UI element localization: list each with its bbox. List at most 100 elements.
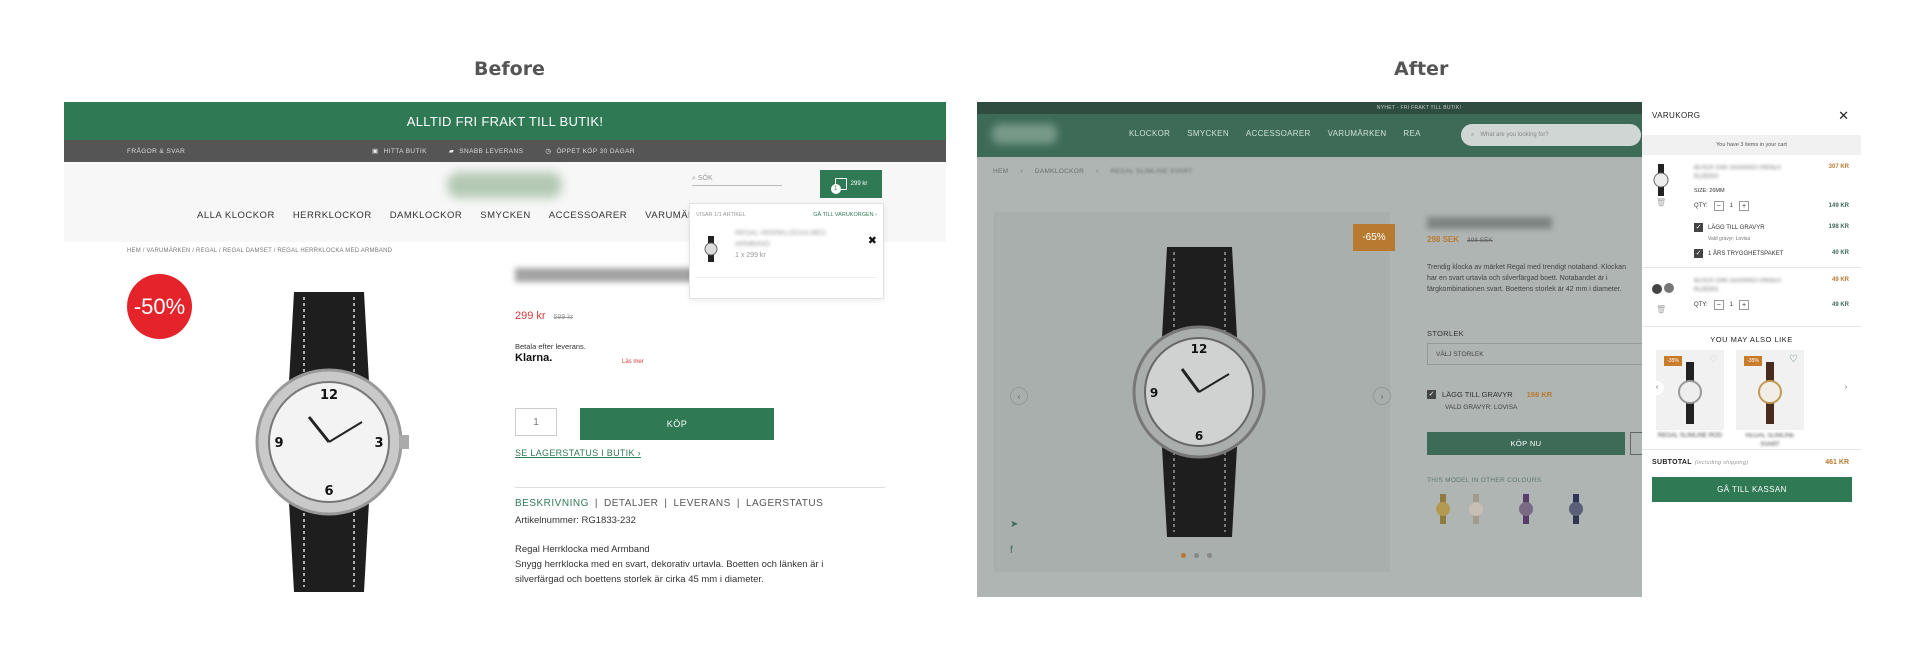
subtotal-label: SUBTOTAL (including shipping) <box>1652 459 1748 466</box>
heart-icon[interactable]: ♡ <box>1709 354 1718 365</box>
buy-now-button[interactable]: KÖP NU <box>1427 432 1625 455</box>
breadcrumb-item: REGAL SLIMLINE SVART <box>1110 168 1193 175</box>
search-input[interactable]: ⌕ What are you looking for? <box>1461 124 1641 146</box>
main-nav: ALLA KLOCKOR HERRKLOCKOR DAMKLOCKOR SMYC… <box>197 210 716 221</box>
description: Regal Herrklocka med Armband Snygg herrk… <box>515 542 875 587</box>
svg-text:9: 9 <box>274 436 283 451</box>
returns-link[interactable]: ◷ ÖPPET KÖP 30 DAGAR <box>545 147 635 155</box>
stock-status-link[interactable]: SE LAGERSTATUS I BUTIK › <box>515 448 641 458</box>
colour-swatch[interactable] <box>1517 494 1535 524</box>
addon-price: 40 KR <box>1831 250 1849 256</box>
store-label: HITTA BUTIK <box>383 148 427 155</box>
breadcrumb-item[interactable]: HEM <box>993 168 1008 175</box>
cart-count: 1 <box>830 184 841 194</box>
recommendation-card[interactable]: -35% ♡ <box>1736 350 1804 430</box>
tab-divider: | <box>736 498 740 509</box>
sale-badge: -50% <box>127 274 192 339</box>
gallery-dots <box>1181 553 1212 558</box>
nav-item[interactable]: ALLA KLOCKOR <box>197 210 275 221</box>
quantity-input[interactable]: 1 <box>515 408 557 436</box>
svg-text:3: 3 <box>374 436 383 451</box>
divider <box>1642 449 1861 450</box>
checkout-button[interactable]: GÅ TILL KASSAN <box>1652 477 1852 502</box>
cart-item-name: BLACK OAK GERARDI UNISEX KLOCKA <box>1694 165 1782 180</box>
nav-item[interactable]: HERRKLOCKOR <box>293 210 372 221</box>
bag-icon: 1 <box>830 178 847 194</box>
recommendation-name: REGAL SLIMLINE RÖD <box>1657 433 1723 439</box>
addon-insurance[interactable]: ✓ 1 ÅRS TRYGGHETSPAKET <box>1694 249 1783 258</box>
breadcrumb-sep: › <box>1096 168 1099 175</box>
current-price: 299 kr <box>515 310 546 322</box>
engrave-checkbox[interactable]: ✓ LÄGG TILL GRAVYR 198 KR <box>1427 390 1552 399</box>
prev-image-button[interactable]: ‹ <box>1010 387 1028 405</box>
recommendation-card[interactable]: -35% ♡ <box>1656 350 1724 430</box>
minus-button[interactable]: − <box>1713 201 1724 211</box>
before-screenshot: ALLTID FRI FRAKT TILL BUTIK! FRÅGOR & SV… <box>64 102 946 597</box>
size-select[interactable]: VÄLJ STORLEK <box>1427 343 1647 365</box>
breadcrumb[interactable]: HEM / VARUMÄRKEN / REGAL / REGAL DAMSET … <box>127 248 392 254</box>
nav-item[interactable]: ACCESSOARER <box>1246 129 1311 138</box>
current-price: 298 SEK <box>1427 235 1460 244</box>
nav-item[interactable]: DAMKLOCKOR <box>390 210 463 221</box>
buy-button[interactable]: KÖP <box>580 408 774 440</box>
next-arrow[interactable]: › <box>1839 381 1853 395</box>
dot[interactable] <box>1207 553 1212 558</box>
size-label: STORLEK <box>1427 329 1464 338</box>
description-text: Snygg herrklocka med en svart, dekorativ… <box>515 559 824 585</box>
quantity-stepper: QTY: −1 + <box>1694 201 1750 211</box>
product-title <box>1427 217 1552 229</box>
subtotal-value: 461 KR <box>1825 459 1849 466</box>
nav-item[interactable]: SMYCKEN <box>480 210 530 221</box>
drawer-title: VARUKORG <box>1652 111 1701 120</box>
delivery-label: SNABB LEVERANS <box>459 148 524 155</box>
dot[interactable] <box>1194 553 1199 558</box>
tab-delivery[interactable]: LEVERANS <box>673 498 730 509</box>
checkbox-icon: ✓ <box>1694 249 1703 258</box>
tab-description[interactable]: BESKRIVNING <box>515 498 589 509</box>
sale-badge: -65% <box>1353 224 1395 251</box>
plus-button[interactable]: + <box>1739 300 1750 310</box>
after-screenshot: NYHET - FRI FRAKT TILL BUTIK! KLOCKOR SM… <box>977 102 1861 597</box>
trash-icon[interactable]: 🗑 <box>1656 305 1666 314</box>
main-nav: KLOCKOR SMYCKEN ACCESSOARER VARUMÄRKEN R… <box>1129 129 1421 138</box>
logo[interactable] <box>447 172 562 198</box>
prev-arrow[interactable]: ‹ <box>1650 381 1664 395</box>
search-input[interactable]: ⌕ SÖK <box>692 175 782 186</box>
colour-swatch[interactable] <box>1467 494 1485 524</box>
share-icon[interactable]: ➤ <box>1010 519 1018 530</box>
nav-item[interactable]: REA <box>1403 129 1420 138</box>
plus-button[interactable]: + <box>1739 201 1750 211</box>
cart-button[interactable]: 1 299 kr <box>820 170 882 198</box>
minus-button[interactable]: − <box>1713 300 1724 310</box>
qty-value: 1 <box>1729 203 1734 209</box>
delivery-link[interactable]: ▰ SNABB LEVERANS <box>449 147 524 155</box>
tab-stock[interactable]: LAGERSTATUS <box>746 498 823 509</box>
breadcrumb-item[interactable]: DAMKLOCKOR <box>1035 168 1084 175</box>
nav-item[interactable]: VARUMÄRKEN <box>1328 129 1387 138</box>
remove-icon[interactable]: ✖ <box>868 234 877 247</box>
logo[interactable] <box>992 124 1057 144</box>
addon-engrave[interactable]: ✓ LÄGG TILL GRAVYR <box>1694 223 1765 232</box>
nav-item[interactable]: KLOCKOR <box>1129 129 1170 138</box>
go-to-cart-link[interactable]: GÅ TILL VARUKORGEN › <box>813 212 877 218</box>
recommendation-image <box>1758 362 1782 424</box>
faq-link[interactable]: FRÅGOR & SVAR <box>127 148 185 155</box>
facebook-icon[interactable]: f <box>1010 545 1013 556</box>
breadcrumb-sep: › <box>1020 168 1023 175</box>
svg-text:12: 12 <box>1191 342 1208 356</box>
nav-item[interactable]: ACCESSOARER <box>549 210 627 221</box>
colour-swatch[interactable] <box>1567 494 1585 524</box>
close-icon[interactable]: ✕ <box>1838 108 1849 124</box>
heart-icon[interactable]: ♡ <box>1789 354 1798 365</box>
nav-item[interactable]: SMYCKEN <box>1187 129 1229 138</box>
read-more-link[interactable]: Läs mer <box>622 359 644 365</box>
trash-icon[interactable]: 🗑 <box>1656 198 1666 207</box>
tab-details[interactable]: DETALJER <box>604 498 658 509</box>
svg-text:9: 9 <box>1150 386 1158 400</box>
dot[interactable] <box>1181 553 1186 558</box>
next-image-button[interactable]: › <box>1373 387 1391 405</box>
mini-cart-thumbnail <box>704 236 718 262</box>
price: 298 SEK 398 SEK <box>1427 235 1493 244</box>
colour-swatch[interactable] <box>1434 494 1452 524</box>
store-link[interactable]: ▣ HITTA BUTIK <box>372 147 427 155</box>
